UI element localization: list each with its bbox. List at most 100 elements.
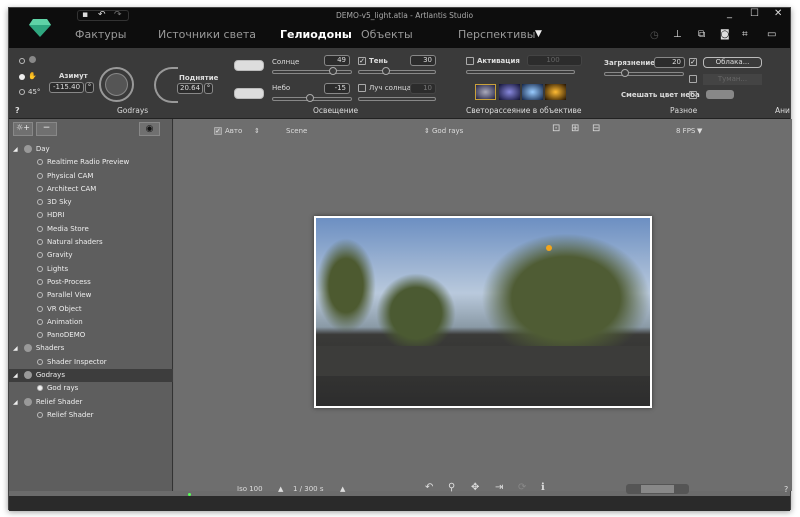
slider-knob[interactable] bbox=[305, 94, 314, 102]
tab-objects[interactable]: Объекты bbox=[361, 28, 413, 41]
fog-button[interactable]: Туман... bbox=[703, 74, 762, 85]
fps-selector[interactable]: 8 FPS bbox=[676, 127, 695, 135]
radio-icon[interactable] bbox=[37, 212, 43, 219]
tree-item[interactable]: Parallel View bbox=[9, 289, 173, 302]
tree-group[interactable]: ◢ Godrays bbox=[9, 369, 173, 383]
auto-checkbox[interactable]: ✓ bbox=[214, 127, 222, 135]
tree-group[interactable]: ◢ Shaders bbox=[9, 342, 173, 355]
help-button[interactable]: ? bbox=[15, 106, 20, 115]
radio-manual-selected[interactable] bbox=[19, 74, 25, 80]
shutter-value[interactable]: 1 / 300 s bbox=[293, 485, 324, 493]
status-help-button[interactable]: ? bbox=[784, 485, 788, 494]
radio-icon[interactable] bbox=[37, 252, 43, 259]
sunray-checkbox[interactable] bbox=[358, 84, 366, 92]
radio-icon[interactable] bbox=[37, 172, 43, 179]
radio-icon[interactable] bbox=[37, 292, 43, 299]
sky-color-swatch[interactable] bbox=[234, 88, 264, 99]
pollution-input[interactable]: 20 bbox=[654, 57, 685, 68]
save-icon[interactable]: ▪ bbox=[82, 10, 88, 20]
activation-input[interactable]: 100 bbox=[527, 55, 582, 66]
elevation-degree-button[interactable]: ° bbox=[204, 83, 213, 94]
radio-icon[interactable] bbox=[37, 225, 43, 232]
tab-textures[interactable]: Фактуры bbox=[75, 28, 126, 41]
radio-icon[interactable] bbox=[37, 385, 43, 392]
undo-icon[interactable]: ↶ bbox=[98, 10, 106, 20]
camera-icon[interactable]: ◙ bbox=[720, 29, 730, 40]
tree-item[interactable]: Natural shaders bbox=[9, 236, 173, 249]
timer-icon[interactable]: ◷ bbox=[650, 30, 659, 41]
tree-item[interactable]: Relief Shader bbox=[9, 409, 173, 422]
tab-perspectives[interactable]: Перспективы bbox=[458, 28, 535, 41]
pan-icon[interactable]: ✥ bbox=[471, 482, 479, 493]
flare-preset-4[interactable] bbox=[545, 84, 566, 100]
layout-quad-icon[interactable]: ⊞ bbox=[571, 123, 579, 134]
info-icon[interactable]: ℹ bbox=[541, 482, 545, 493]
iso-up-icon[interactable]: ▲ bbox=[278, 485, 283, 493]
radio-icon[interactable] bbox=[37, 199, 43, 206]
shadow-input[interactable]: 30 bbox=[410, 55, 436, 66]
tree-item[interactable]: VR Object bbox=[9, 303, 173, 316]
activation-slider[interactable] bbox=[466, 70, 575, 74]
minimize-button[interactable]: _ bbox=[727, 8, 732, 19]
remove-button[interactable]: − bbox=[36, 122, 57, 136]
sun-marker-icon[interactable] bbox=[546, 245, 552, 251]
slider-knob[interactable] bbox=[381, 67, 390, 75]
view-stepper-icon[interactable]: ⇕ bbox=[424, 127, 430, 135]
fps-dropdown-icon[interactable]: ▼ bbox=[697, 127, 702, 135]
exit-icon[interactable]: ⇥ bbox=[495, 482, 503, 493]
tree-item[interactable]: God rays bbox=[9, 382, 173, 395]
visibility-eye-button[interactable]: ◉ bbox=[139, 122, 160, 136]
navigation-slider[interactable] bbox=[626, 484, 689, 494]
layout-single-icon[interactable]: ⊡ bbox=[552, 123, 560, 134]
display-icon[interactable]: ▭ bbox=[767, 29, 776, 40]
undo-view-icon[interactable]: ↶ bbox=[425, 482, 433, 493]
render-preview[interactable] bbox=[314, 216, 652, 408]
radio-icon[interactable] bbox=[37, 305, 43, 312]
radio-45[interactable] bbox=[19, 89, 25, 95]
sunray-slider[interactable] bbox=[358, 97, 436, 101]
radio-icon[interactable] bbox=[37, 411, 43, 418]
sunray-input[interactable]: 10 bbox=[410, 83, 436, 94]
expand-icon[interactable]: ◢ bbox=[13, 399, 18, 406]
tree-item[interactable]: HDRI bbox=[9, 209, 173, 222]
axis-icon[interactable]: ⊥ bbox=[673, 29, 682, 40]
radio-icon[interactable] bbox=[37, 332, 43, 339]
tabs-dropdown-icon[interactable]: ▼ bbox=[535, 29, 542, 39]
sun-slider[interactable] bbox=[272, 67, 352, 75]
radio-icon[interactable] bbox=[37, 358, 43, 365]
flare-preset-2[interactable] bbox=[499, 84, 520, 100]
windows-icon[interactable]: ⧉ bbox=[698, 29, 705, 40]
zoom-icon[interactable]: ⚲ bbox=[448, 482, 455, 493]
tree-group[interactable]: ◢ Relief Shader bbox=[9, 396, 173, 409]
activation-checkbox[interactable] bbox=[466, 57, 474, 65]
expand-icon[interactable]: ◢ bbox=[13, 372, 18, 379]
tree-item[interactable]: Architect CAM bbox=[9, 183, 173, 196]
azimuth-dial[interactable] bbox=[99, 67, 134, 102]
expand-icon[interactable]: ◢ bbox=[13, 146, 18, 153]
tree-item[interactable]: Lights bbox=[9, 263, 173, 276]
tree-item[interactable]: Realtime Radio Preview bbox=[9, 156, 173, 169]
fog-checkbox[interactable] bbox=[689, 75, 697, 83]
sun-color-swatch[interactable] bbox=[234, 60, 264, 71]
sun-input[interactable]: 49 bbox=[324, 55, 350, 66]
tree-item[interactable]: Post-Process bbox=[9, 276, 173, 289]
layout-split-icon[interactable]: ⊟ bbox=[592, 123, 600, 134]
iso-value[interactable]: Iso 100 bbox=[237, 485, 263, 493]
slider-knob[interactable] bbox=[329, 67, 338, 75]
scene-selector[interactable]: Scene bbox=[286, 127, 307, 135]
tab-light-sources[interactable]: Источники света bbox=[158, 28, 256, 41]
sync-icon[interactable]: ⟳ bbox=[518, 482, 526, 493]
shadow-slider[interactable] bbox=[358, 67, 436, 75]
clouds-checkbox[interactable]: ✓ bbox=[689, 58, 697, 66]
tree-item[interactable]: 3D Sky bbox=[9, 196, 173, 209]
tree-item[interactable]: Physical CAM bbox=[9, 170, 173, 183]
elevation-input[interactable]: 20.64 bbox=[177, 83, 203, 94]
slider-knob[interactable] bbox=[620, 69, 629, 77]
add-heliodon-button[interactable]: ☼+ bbox=[13, 122, 33, 136]
tree-item[interactable]: Shader Inspector bbox=[9, 356, 173, 369]
tree-item[interactable]: Media Store bbox=[9, 223, 173, 236]
sky-slider[interactable] bbox=[272, 94, 352, 102]
tree-group[interactable]: ◢ Day bbox=[9, 143, 173, 156]
tab-heliodons[interactable]: Гелиодоны bbox=[280, 28, 352, 41]
radio-icon[interactable] bbox=[37, 159, 43, 166]
